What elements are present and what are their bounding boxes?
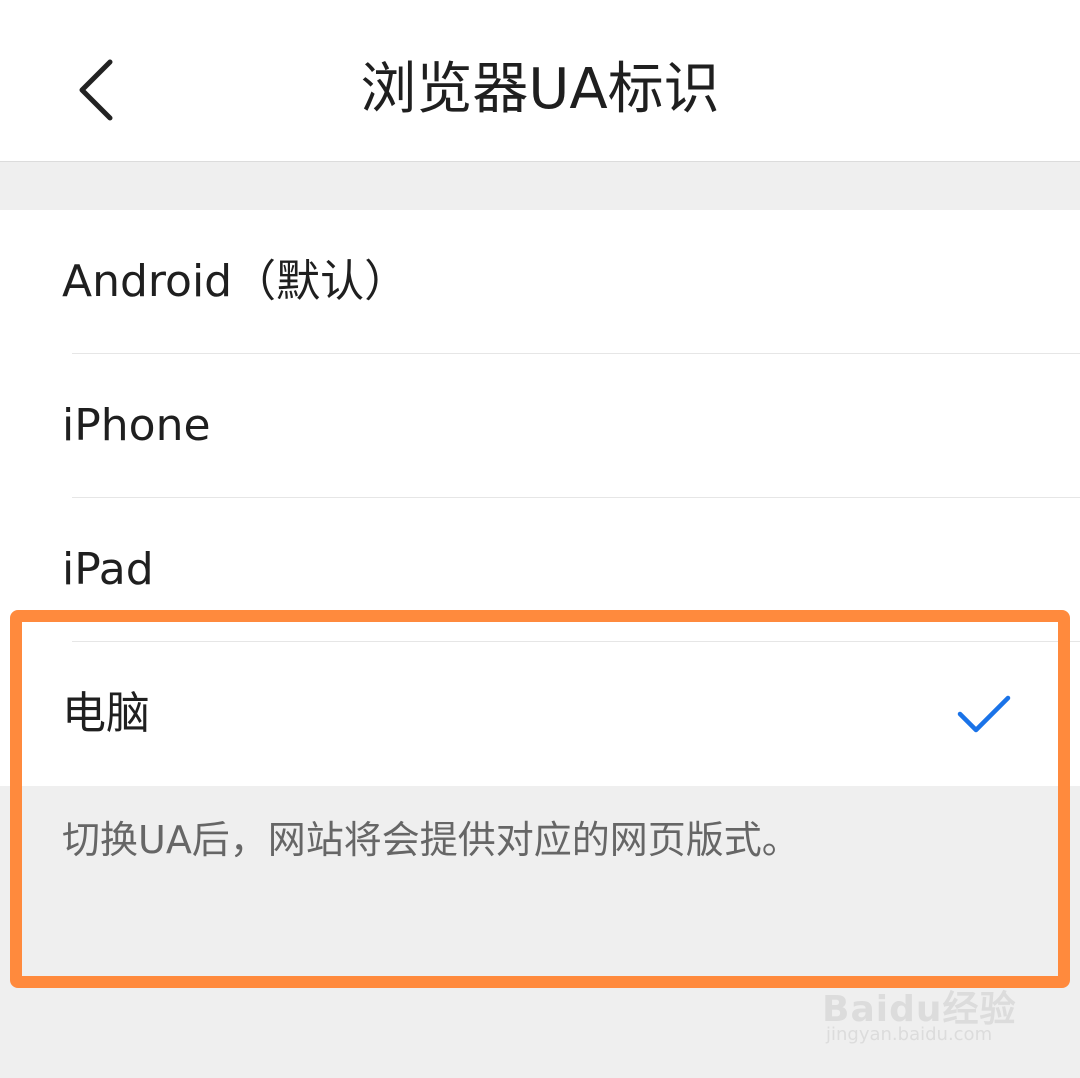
watermark-url: jingyan.baidu.com bbox=[826, 1024, 993, 1045]
ua-option-label: iPad bbox=[62, 544, 154, 595]
ua-option-label: iPhone bbox=[62, 400, 211, 451]
ua-option-ipad[interactable]: iPad bbox=[0, 498, 1080, 642]
ua-option-label: 电脑 bbox=[62, 688, 150, 739]
ua-option-label: Android（默认） bbox=[62, 256, 409, 307]
watermark-logo: Baidu经验 jingyan.baidu.com bbox=[822, 966, 1022, 1050]
app-header: 浏览器UA标识 bbox=[0, 0, 1080, 162]
ua-option-iphone[interactable]: iPhone bbox=[0, 354, 1080, 498]
page-title: 浏览器UA标识 bbox=[360, 57, 720, 122]
ua-option-android[interactable]: Android（默认） bbox=[0, 210, 1080, 354]
hint-text: 切换UA后，网站将会提供对应的网页版式。 bbox=[62, 818, 800, 862]
ua-option-desktop[interactable]: 电脑 bbox=[0, 642, 1080, 786]
ua-option-list: Android（默认） iPhone iPad 电脑 bbox=[0, 210, 1080, 786]
checkmark-icon bbox=[957, 695, 1011, 733]
